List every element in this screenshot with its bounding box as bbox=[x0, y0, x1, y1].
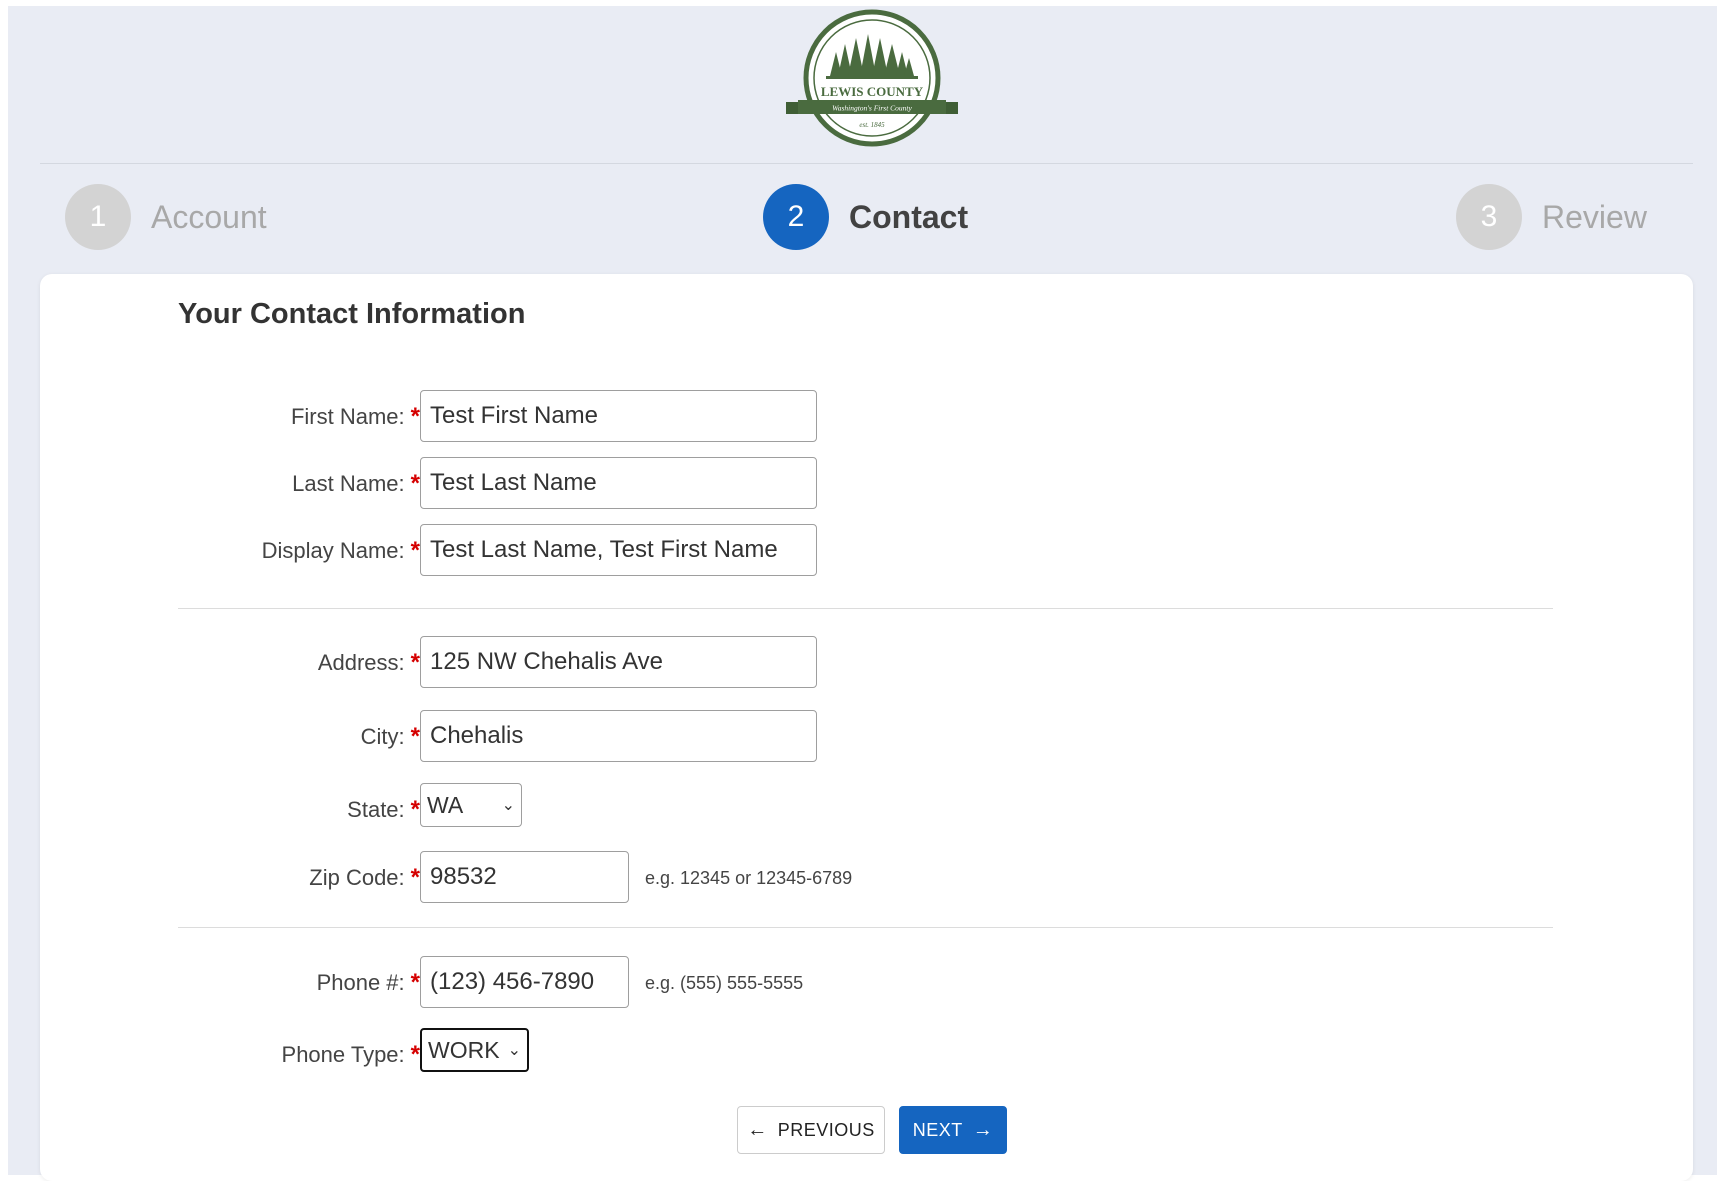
required-asterisk: * bbox=[410, 723, 420, 750]
required-asterisk: * bbox=[410, 864, 420, 891]
zip-label: Zip Code: * bbox=[309, 864, 420, 891]
arrow-left-icon: ← bbox=[747, 1118, 768, 1141]
last-name-input[interactable] bbox=[420, 457, 817, 509]
step-label: Review bbox=[1542, 198, 1647, 235]
first-name-label: First Name: * bbox=[290, 403, 420, 430]
last-name-label: Last Name: * bbox=[292, 470, 420, 497]
phone-label: Phone #: * bbox=[316, 969, 420, 996]
address-row: Address: * bbox=[40, 636, 1693, 690]
next-button-label: NEXT bbox=[912, 1119, 963, 1140]
chevron-down-icon: ⌄ bbox=[501, 797, 515, 814]
chevron-down-icon: ⌄ bbox=[507, 1042, 521, 1059]
required-asterisk: * bbox=[410, 1041, 420, 1068]
phone-type-row: Phone Type: * WORK ⌄ bbox=[40, 1028, 1693, 1082]
required-asterisk: * bbox=[410, 470, 420, 497]
step-number-badge: 2 bbox=[763, 184, 829, 250]
zip-row: Zip Code:* e.g. 12345 or 12345-6789 bbox=[40, 851, 1693, 905]
logo-name: LEWIS COUNTY bbox=[821, 84, 924, 99]
required-asterisk: * bbox=[410, 649, 420, 676]
section-divider bbox=[178, 608, 1553, 609]
progress-stepper: 1 Account 2 Contact 3 Review bbox=[8, 182, 1717, 252]
form-title: Your Contact Information bbox=[178, 298, 526, 330]
zip-hint: e.g. 12345 or 12345-6789 bbox=[645, 867, 853, 888]
state-row: State: * WA ⌄ bbox=[40, 783, 1693, 837]
header-divider bbox=[40, 163, 1693, 164]
phone-type-label: Phone Type: * bbox=[281, 1041, 420, 1068]
state-label: State: * bbox=[347, 796, 420, 823]
phone-row: Phone #:* e.g. (555) 555-5555 bbox=[40, 956, 1693, 1010]
address-input[interactable] bbox=[420, 636, 817, 688]
lewis-county-logo: LEWIS COUNTY Washington's First County e… bbox=[786, 9, 958, 147]
required-asterisk: * bbox=[410, 403, 420, 430]
display-name-label: Display Name: * bbox=[261, 537, 420, 564]
first-name-row: First Name: * bbox=[40, 390, 1693, 444]
next-button[interactable]: NEXT → bbox=[899, 1106, 1007, 1154]
display-name-row: Display Name: * bbox=[40, 524, 1693, 578]
phone-hint: e.g. (555) 555-5555 bbox=[645, 972, 804, 993]
last-name-row: Last Name: * bbox=[40, 457, 1693, 511]
logo-tagline: Washington's First County bbox=[832, 104, 912, 113]
required-asterisk: * bbox=[410, 537, 420, 564]
logo-est: est. 1845 bbox=[859, 121, 885, 129]
page-background: LEWIS COUNTY Washington's First County e… bbox=[8, 6, 1717, 1181]
step-label: Contact bbox=[849, 198, 969, 235]
city-input[interactable] bbox=[420, 710, 817, 762]
zip-input[interactable] bbox=[420, 851, 629, 903]
step-number-badge: 1 bbox=[65, 184, 131, 250]
phone-type-selected-value: WORK bbox=[428, 1036, 500, 1063]
required-asterisk: * bbox=[410, 969, 420, 996]
step-label: Account bbox=[151, 198, 267, 235]
city-row: City: * bbox=[40, 710, 1693, 764]
contact-form-card: Your Contact Information First Name:* La… bbox=[40, 274, 1693, 1181]
display-name-input[interactable] bbox=[420, 524, 817, 576]
step-account[interactable]: 1 Account bbox=[65, 182, 267, 252]
first-name-input[interactable] bbox=[420, 390, 817, 442]
city-label: City: * bbox=[360, 723, 420, 750]
section-divider bbox=[178, 927, 1553, 928]
phone-input[interactable] bbox=[420, 956, 629, 1008]
previous-button-label: PREVIOUS bbox=[777, 1119, 875, 1140]
required-asterisk: * bbox=[410, 796, 420, 823]
step-contact[interactable]: 2 Contact bbox=[763, 182, 968, 252]
state-selected-value: WA bbox=[427, 791, 464, 818]
phone-type-select[interactable]: WORK ⌄ bbox=[420, 1028, 529, 1072]
address-label: Address: * bbox=[317, 649, 420, 676]
arrow-right-icon: → bbox=[972, 1118, 994, 1141]
step-number-badge: 3 bbox=[1456, 184, 1522, 250]
step-review[interactable]: 3 Review bbox=[1456, 182, 1647, 252]
previous-button[interactable]: ← PREVIOUS bbox=[737, 1106, 885, 1154]
state-select[interactable]: WA ⌄ bbox=[420, 783, 522, 827]
